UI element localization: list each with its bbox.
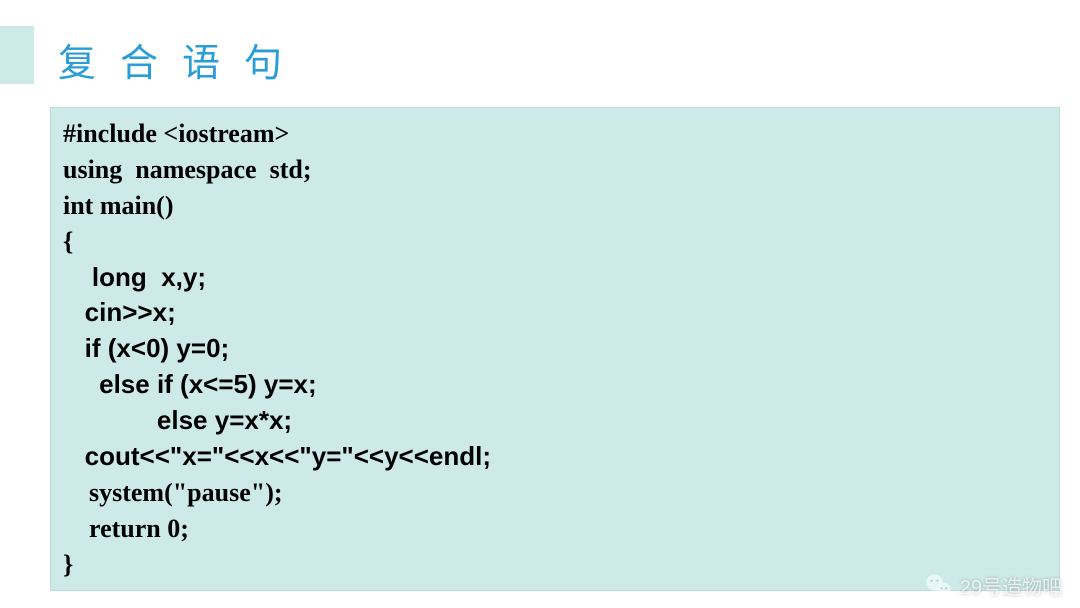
code-line: long x,y; (63, 260, 1047, 296)
watermark: 29号造物吧 (924, 571, 1062, 600)
wechat-icon (924, 572, 952, 600)
code-line: #include <iostream> (63, 116, 1047, 152)
code-line: return 0; (63, 511, 1047, 547)
code-line: if (x<0) y=0; (63, 331, 1047, 367)
title-accent-bar (0, 26, 34, 84)
code-line: using namespace std; (63, 152, 1047, 188)
code-line: { (63, 224, 1047, 260)
code-line: cout<<"x="<<x<<"y="<<y<<endl; (63, 439, 1047, 475)
slide-title-row: 复合语句 (0, 0, 1080, 87)
code-line: cin>>x; (63, 295, 1047, 331)
slide-title: 复合语句 (34, 26, 306, 87)
code-block: #include <iostream> using namespace std;… (50, 107, 1060, 591)
code-line: else y=x*x; (63, 403, 1047, 439)
code-line: system("pause"); (63, 475, 1047, 511)
code-line: int main() (63, 188, 1047, 224)
watermark-text: 29号造物吧 (960, 571, 1062, 600)
code-line: } (63, 547, 1047, 583)
code-line: else if (x<=5) y=x; (63, 367, 1047, 403)
